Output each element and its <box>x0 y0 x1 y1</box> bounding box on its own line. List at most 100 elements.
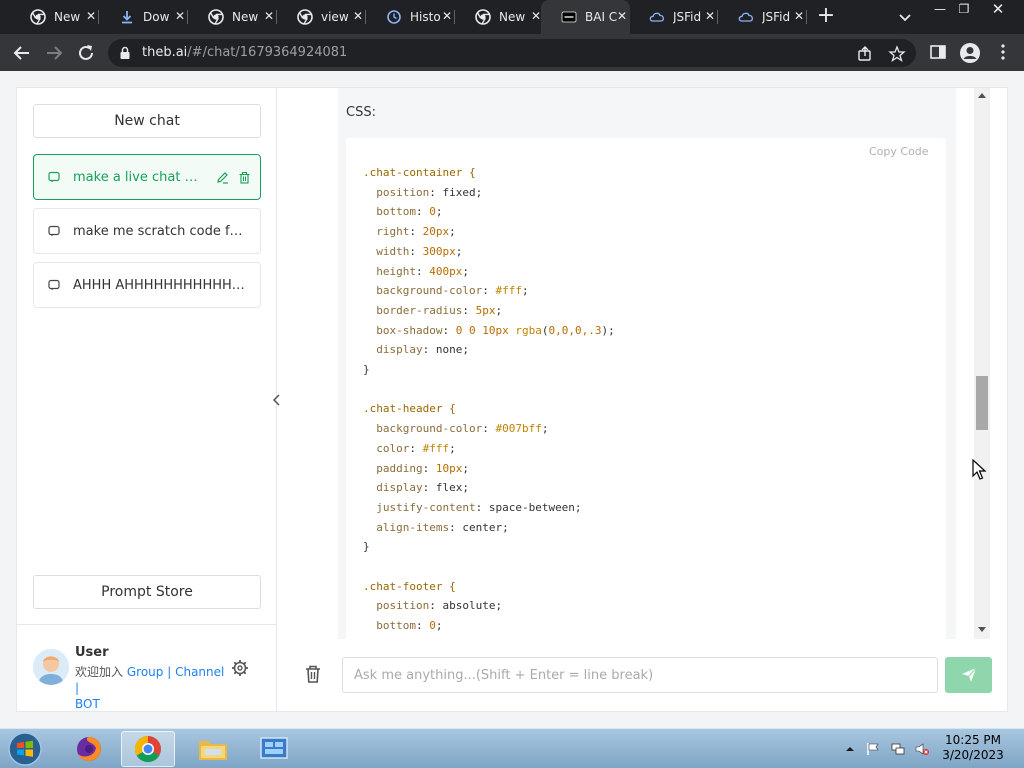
chat-title: make me scratch code for a game <box>73 223 245 239</box>
clear-chat-trash-icon[interactable] <box>304 664 322 684</box>
code-line: .chat-header { <box>363 402 456 416</box>
close-window-button[interactable]: ✕ <box>986 0 1010 18</box>
browser-toolbar: theb.ai/#/chat/1679364924081 <box>0 34 1024 71</box>
share-icon[interactable] <box>856 45 874 63</box>
input-area <box>278 640 1007 711</box>
jsfiddle-icon <box>649 9 665 25</box>
sidebar: New chat make a live chat with html css … <box>17 88 277 711</box>
chrome-icon <box>208 9 224 25</box>
browser-tab[interactable]: view ✕ <box>277 0 366 34</box>
avatar <box>33 649 69 685</box>
download-icon <box>119 9 135 25</box>
windows-start-icon[interactable] <box>4 730 46 768</box>
chat-bubble-icon <box>48 225 60 236</box>
close-tab-icon[interactable]: ✕ <box>352 10 364 22</box>
volume-muted-icon[interactable] <box>915 742 929 756</box>
show-hidden-icons-icon[interactable] <box>845 744 855 754</box>
chat-bubble-icon <box>48 279 60 290</box>
prompt-store-button[interactable]: Prompt Store <box>33 575 261 609</box>
message-text: CSS: <box>346 105 376 120</box>
browser-tab[interactable]: Histo ✕ <box>366 0 455 34</box>
restore-button[interactable]: ❐ <box>952 0 976 18</box>
gear-icon[interactable] <box>231 659 249 677</box>
bookmark-star-icon[interactable] <box>888 45 906 63</box>
delete-trash-icon[interactable] <box>238 171 251 184</box>
chat-history-item[interactable]: make a live chat with html css and js <box>33 154 261 200</box>
welcome-text: 欢迎加入 <box>75 665 124 679</box>
scroll-down-icon[interactable] <box>978 627 986 633</box>
link-separator: | <box>75 681 80 695</box>
code-line: display: flex; <box>363 481 469 495</box>
code-line: .chat-footer { <box>363 579 456 593</box>
side-panel-icon[interactable] <box>929 43 947 61</box>
chat-main: CSS: Copy Code .chat-container { positio… <box>278 88 1007 711</box>
scroll-up-icon[interactable] <box>978 92 986 98</box>
windows-taskbar: 10:25 PM 3/20/2023 <box>0 728 1024 768</box>
taskbar-firefox[interactable] <box>62 731 116 767</box>
close-tab-icon[interactable]: ✕ <box>85 10 97 22</box>
action-center-flag-icon[interactable] <box>866 742 880 756</box>
code-line: position: absolute; <box>363 599 503 613</box>
menu-dots-icon[interactable] <box>994 43 1012 61</box>
tab-search-icon[interactable] <box>896 8 914 26</box>
group-link[interactable]: Group <box>127 665 164 679</box>
reload-icon[interactable] <box>75 42 97 64</box>
system-clock[interactable]: 10:25 PM 3/20/2023 <box>936 733 1010 763</box>
code-line: color: #fff; <box>363 441 456 455</box>
taskbar-explorer[interactable] <box>186 731 240 767</box>
browser-tab[interactable]: JSFid ✕ <box>718 0 807 34</box>
code-line: .chat-container { <box>363 166 476 179</box>
close-tab-icon[interactable]: ✕ <box>616 10 628 22</box>
code-line: padding: 10px; <box>363 461 469 475</box>
new-tab-button[interactable]: + <box>816 5 836 27</box>
copy-code-button[interactable]: Copy Code <box>869 145 929 158</box>
close-tab-icon[interactable]: ✕ <box>441 10 453 22</box>
bai-icon <box>561 9 577 25</box>
channel-link[interactable]: Channel <box>175 665 224 679</box>
new-chat-button[interactable]: New chat <box>33 104 261 138</box>
url-text: theb.ai/#/chat/1679364924081 <box>142 45 348 60</box>
code-line: justify-content: space-between; <box>363 500 582 514</box>
chat-history-item[interactable]: make me scratch code for a game <box>33 208 261 254</box>
chrome-icon <box>297 9 313 25</box>
taskbar-chrome[interactable] <box>121 731 175 767</box>
send-button[interactable] <box>945 657 992 693</box>
minimize-button[interactable]: — <box>928 0 952 18</box>
browser-tab[interactable]: New ✕ <box>455 0 544 34</box>
scroll-thumb[interactable] <box>976 376 988 430</box>
browser-tab[interactable]: New ✕ <box>188 0 277 34</box>
profile-icon[interactable] <box>959 42 981 64</box>
mouse-cursor-icon <box>972 459 987 480</box>
code-block: Copy Code .chat-container { position: fi… <box>346 138 946 639</box>
browser-tab[interactable]: Dow ✕ <box>99 0 188 34</box>
back-icon[interactable] <box>11 42 33 64</box>
chat-input[interactable] <box>342 657 938 693</box>
browser-tab[interactable]: BAI C ✕ <box>541 0 630 34</box>
chrome-icon <box>30 9 46 25</box>
network-icon[interactable] <box>891 742 905 756</box>
code-line: height: 400px; <box>363 264 469 278</box>
chat-history-item[interactable]: AHHH AHHHHHHHHHHHHHHHHHHHHH <box>33 262 261 308</box>
page-scrollbar[interactable] <box>974 88 990 639</box>
code-line: right: 20px; <box>363 225 456 239</box>
close-tab-icon[interactable]: ✕ <box>263 10 275 22</box>
code-line: bottom: 0; <box>363 619 443 633</box>
bot-link[interactable]: BOT <box>75 697 100 711</box>
browser-tab[interactable]: New ✕ <box>10 0 99 34</box>
user-name: User <box>75 645 109 660</box>
close-tab-icon[interactable]: ✕ <box>704 10 716 22</box>
code-line: } <box>363 363 370 377</box>
forward-icon[interactable] <box>43 42 65 64</box>
close-tab-icon[interactable]: ✕ <box>174 10 186 22</box>
community-links: 欢迎加入 Group | Channel | BOT <box>75 664 225 712</box>
browser-tab[interactable]: JSFid ✕ <box>629 0 718 34</box>
folder-icon <box>199 741 227 760</box>
close-tab-icon[interactable]: ✕ <box>793 10 805 22</box>
taskbar-control-panel[interactable] <box>247 731 301 767</box>
history-icon <box>386 9 402 25</box>
edit-pencil-icon[interactable] <box>216 171 229 184</box>
code-line: align-items: center; <box>363 520 509 534</box>
address-bar[interactable]: theb.ai/#/chat/1679364924081 <box>108 39 916 67</box>
